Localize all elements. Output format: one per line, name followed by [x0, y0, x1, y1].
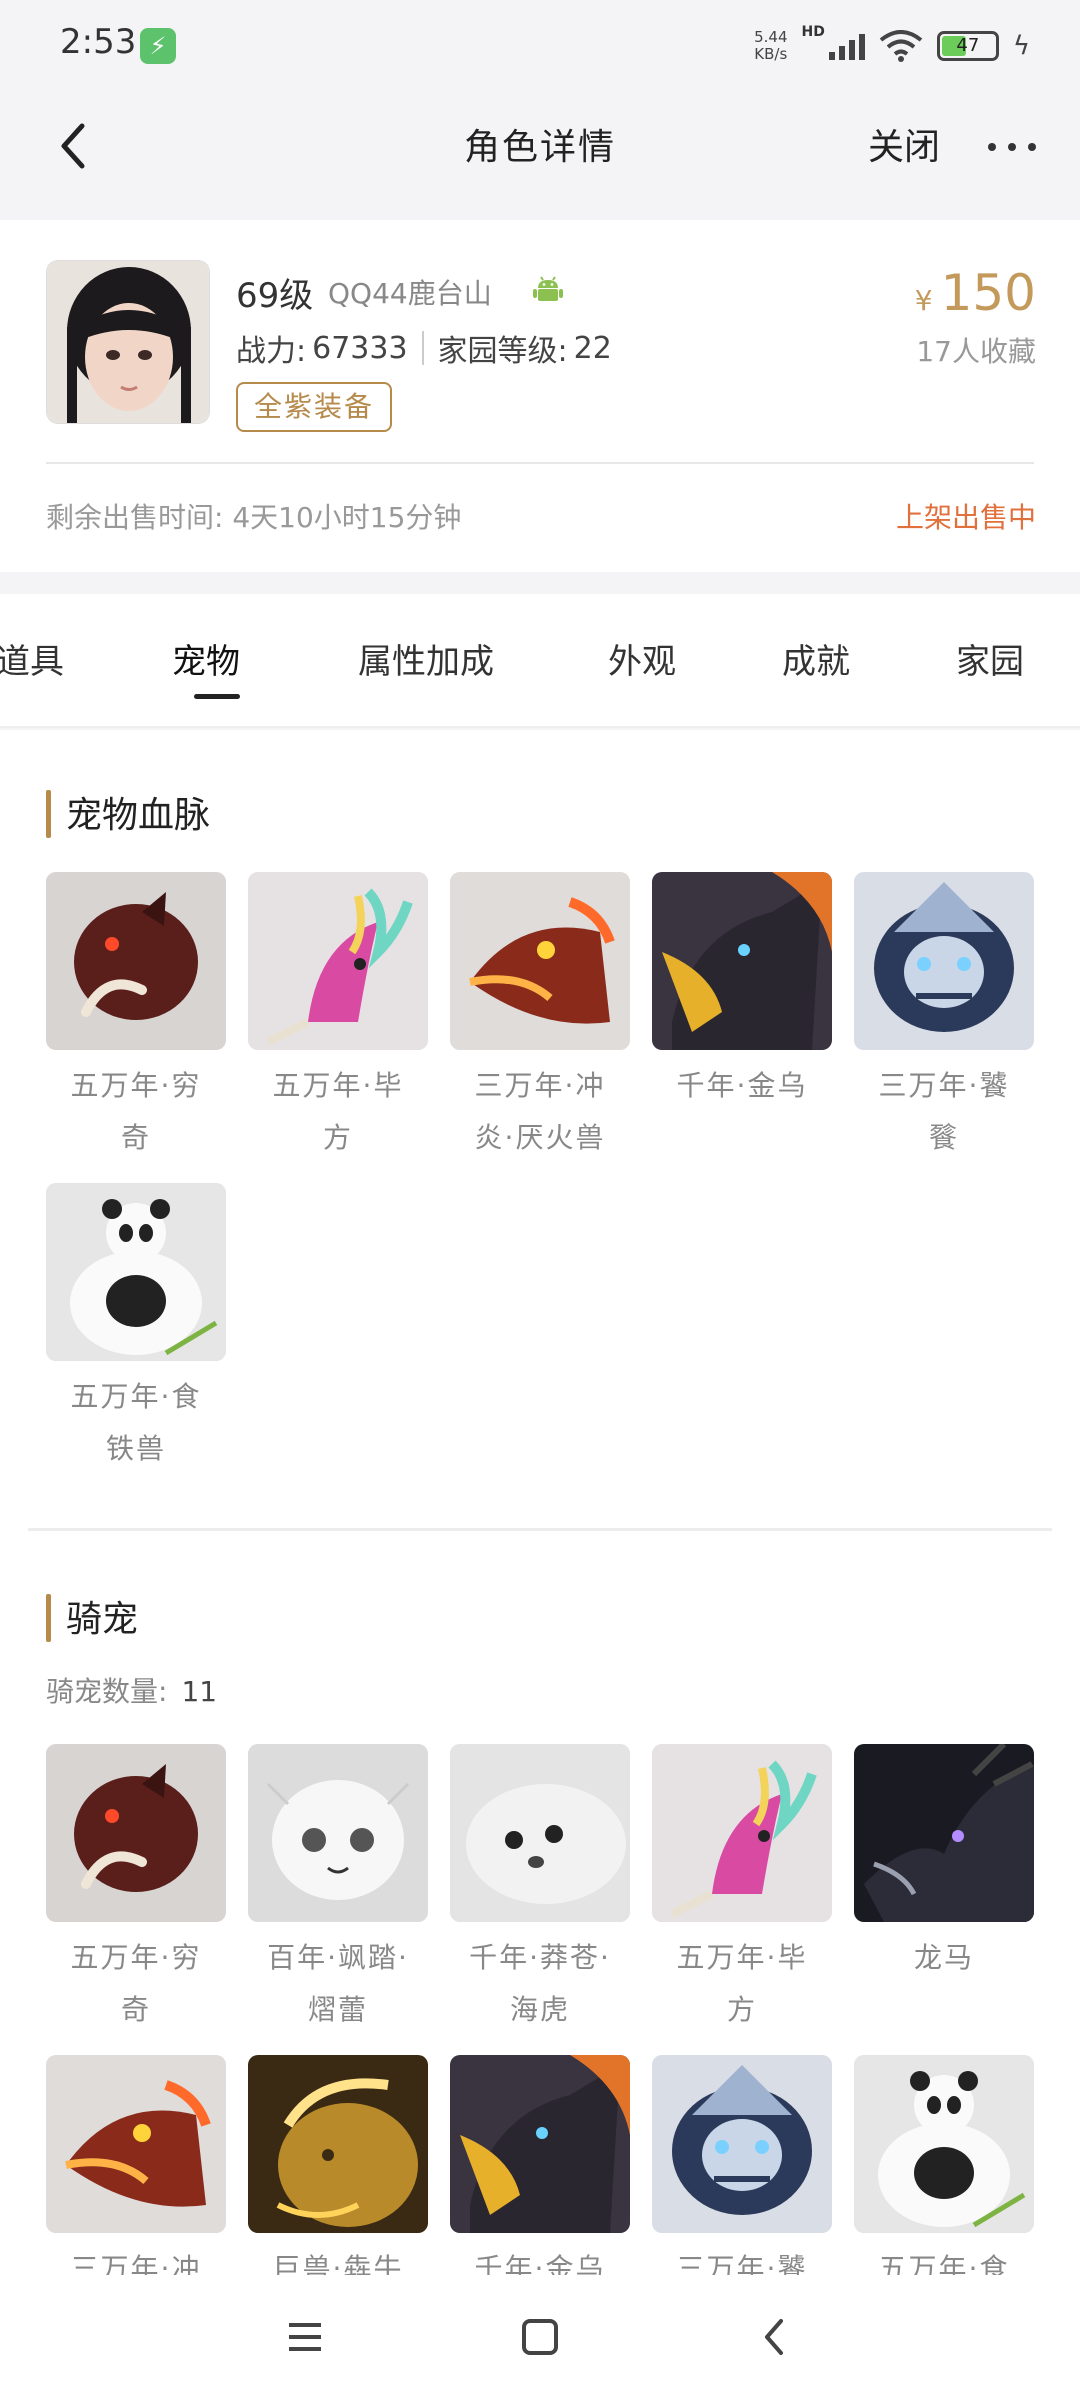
- mount-item[interactable]: 五万年·毕方: [652, 1744, 832, 2036]
- network-type: HD: [801, 24, 825, 40]
- mount-image: [46, 2055, 226, 2233]
- mount-item[interactable]: 三万年·冲: [46, 2055, 226, 2275]
- pet-bloodline-item[interactable]: 三万年·冲 炎·厌火兽: [450, 872, 630, 1164]
- combat-value: 67333: [312, 330, 408, 366]
- active-tab-indicator: [194, 694, 240, 699]
- server-name: QQ44鹿台山: [328, 277, 492, 310]
- mount-image: [450, 2055, 630, 2233]
- mount-image: [854, 2055, 1034, 2233]
- home-level-value: 22: [573, 330, 612, 366]
- pet-bloodline-item[interactable]: 五万年·穷奇: [46, 872, 226, 1164]
- pet-bloodline-image: [854, 872, 1034, 1050]
- mount-name: 三万年·饕: [676, 2252, 808, 2275]
- pet-bloodline-image: [450, 872, 630, 1050]
- mount-name: 三万年·冲: [70, 2252, 202, 2275]
- avatar: [46, 260, 210, 424]
- wifi-icon: [879, 30, 923, 62]
- tab-home[interactable]: 家园: [956, 634, 1024, 683]
- favorite-count: 17人收藏: [916, 335, 1036, 368]
- close-button[interactable]: 关闭: [868, 118, 940, 170]
- mount-item[interactable]: 千年·莽苍· 海虎: [450, 1744, 630, 2036]
- mount-item[interactable]: 三万年·饕: [652, 2055, 832, 2275]
- mount-name: 千年·莽苍· 海虎: [469, 1941, 611, 2026]
- tab-achievements[interactable]: 成就: [782, 634, 850, 683]
- mount-count-label: 骑宠数量:: [46, 1675, 168, 1708]
- combat-label: 战力:: [236, 334, 307, 369]
- pet-bloodline-item[interactable]: 五万年·毕方: [248, 872, 428, 1164]
- category-tabs: 道具 宠物 属性加成 外观 成就 家园: [0, 594, 1080, 728]
- tab-appearance[interactable]: 外观: [608, 634, 676, 683]
- mount-image: [248, 1744, 428, 1922]
- system-nav-bar: [0, 2275, 1080, 2400]
- price: ¥ 150: [915, 264, 1036, 322]
- stats-divider: [421, 331, 424, 365]
- pet-bloodline-item[interactable]: 三万年·饕餮: [854, 872, 1034, 1164]
- section-divider: [28, 1528, 1052, 1531]
- pet-bloodline-image: [248, 872, 428, 1050]
- mount-name: 龙马: [913, 1941, 974, 1974]
- net-speed: 5.44 KB/s: [754, 28, 788, 63]
- mount-item[interactable]: 百年·飒踏· 熠蕾: [248, 1744, 428, 2036]
- pet-bloodline-image: [46, 1183, 226, 1361]
- tab-attribute-bonus[interactable]: 属性加成: [358, 634, 494, 683]
- character-level: 69级: [236, 276, 314, 316]
- mount-item[interactable]: 五万年·穷奇: [46, 1744, 226, 2036]
- mount-name: 百年·飒踏· 熠蕾: [267, 1941, 409, 2026]
- mount-name: 巨兽·犇牛: [272, 2252, 404, 2275]
- pet-bloodline-image: [652, 872, 832, 1050]
- price-currency: ¥: [914, 284, 933, 317]
- home-level-label: 家园等级:: [437, 334, 568, 369]
- mount-image: [450, 1744, 630, 1922]
- mount-image: [854, 1744, 1034, 1922]
- mount-item[interactable]: 五万年·食: [854, 2055, 1034, 2275]
- mount-item[interactable]: 千年·金乌: [450, 2055, 630, 2275]
- menu-icon[interactable]: [275, 2307, 335, 2367]
- mount-name: 五万年·穷奇: [70, 1941, 202, 2026]
- mount-count: 骑宠数量: 11: [46, 1670, 217, 1710]
- android-icon: [533, 276, 563, 301]
- mount-image: [652, 2055, 832, 2233]
- pet-bloodline-title: 宠物血脉: [46, 786, 210, 838]
- battery-icon: 47: [936, 31, 999, 61]
- equipment-badge: 全紫装备: [236, 382, 393, 432]
- character-stats: 战力: 67333 家园等级: 22: [236, 326, 612, 370]
- status-icons: 5.44 KB/s HD 47 ϟ: [754, 24, 1030, 68]
- price-value: 150: [940, 264, 1036, 322]
- home-icon[interactable]: [510, 2307, 570, 2367]
- pet-bloodline-name: 五万年·穷奇: [70, 1069, 202, 1154]
- remaining-time: 剩余出售时间: 4天10小时15分钟: [46, 501, 462, 534]
- title-bar: 角色详情 关闭: [0, 92, 1080, 220]
- pet-bloodline-name: 五万年·毕方: [272, 1069, 404, 1154]
- sale-status: 上架出售中: [895, 501, 1036, 534]
- mount-image: [46, 1744, 226, 1922]
- mount-image: [652, 1744, 832, 1922]
- mount-name: 千年·金乌: [474, 2252, 606, 2275]
- back-icon[interactable]: [745, 2307, 805, 2367]
- mounts-title: 骑宠: [46, 1590, 138, 1642]
- mount-image: [248, 2055, 428, 2233]
- tab-pets[interactable]: 宠物: [172, 634, 240, 683]
- charging-icon: ϟ: [1012, 31, 1030, 61]
- pet-bloodline-name: 三万年·冲 炎·厌火兽: [474, 1069, 606, 1154]
- pet-bloodline-item[interactable]: 五万年·食 铁兽: [46, 1183, 226, 1475]
- more-icon[interactable]: [988, 132, 1036, 162]
- card-divider: [46, 462, 1034, 464]
- mount-count-value: 11: [181, 1675, 218, 1708]
- pet-bloodline-name: 五万年·食 铁兽: [70, 1380, 202, 1465]
- status-bar: 2:53 ⚡ 5.44 KB/s HD 47 ϟ: [0, 0, 1080, 92]
- pet-bloodline-image: [46, 872, 226, 1050]
- signal-icon: [828, 32, 865, 60]
- mount-item[interactable]: 龙马: [854, 1744, 1034, 1984]
- character-card[interactable]: 69级 QQ44鹿台山 战力: 67333 家园等级: 22 全紫装备 ¥ 15…: [0, 220, 1080, 572]
- pet-bloodline-name: 千年·金乌: [676, 1069, 808, 1102]
- mount-item[interactable]: 巨兽·犇牛: [248, 2055, 428, 2275]
- tab-items[interactable]: 道具: [0, 634, 64, 683]
- pets-content[interactable]: 宠物血脉 五万年·穷奇五万年·毕方三万年·冲 炎·厌火兽 千年·金乌 三万年·饕餮五万…: [0, 730, 1080, 2275]
- pet-bloodline-item[interactable]: 千年·金乌: [652, 872, 832, 1112]
- mount-name: 五万年·毕方: [676, 1941, 808, 2026]
- pet-bloodline-name: 三万年·饕餮: [878, 1069, 1010, 1154]
- charging-app-icon: ⚡: [140, 28, 176, 64]
- mount-name: 五万年·食: [878, 2252, 1010, 2275]
- status-time: 2:53: [60, 22, 137, 62]
